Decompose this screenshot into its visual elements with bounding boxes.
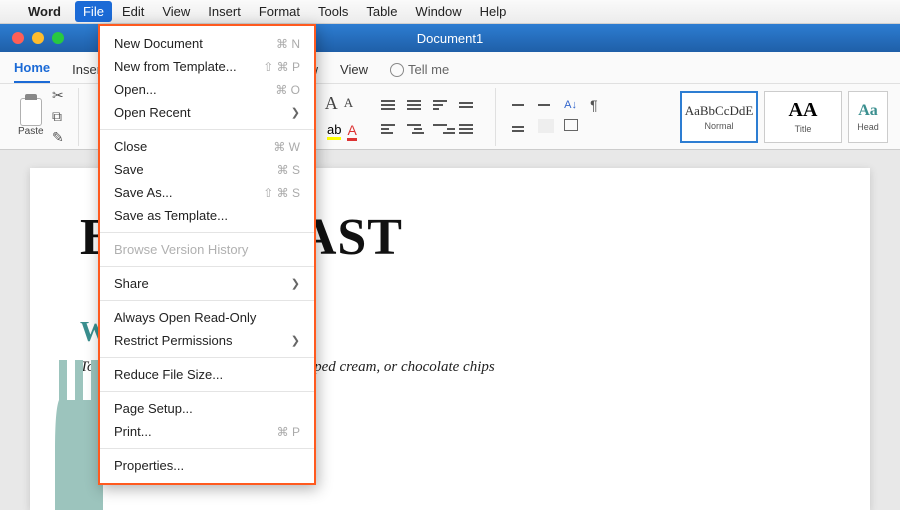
- align-left-icon[interactable]: [381, 119, 403, 139]
- paragraph-group: [375, 88, 496, 146]
- menu-item[interactable]: Reduce File Size...: [100, 363, 314, 386]
- menu-table[interactable]: Table: [366, 4, 397, 19]
- paste-button[interactable]: Paste: [18, 96, 44, 137]
- menu-window[interactable]: Window: [415, 4, 461, 19]
- menu-item[interactable]: Always Open Read-Only: [100, 306, 314, 329]
- clipboard-group: Paste ✂ ⧉ ✎: [12, 88, 79, 146]
- maximize-window-icon[interactable]: [52, 32, 64, 44]
- menu-item[interactable]: Open...⌘ O: [100, 78, 314, 101]
- shading-icon[interactable]: [538, 119, 554, 133]
- style-preview: Aa: [858, 102, 878, 120]
- pilcrow-icon[interactable]: ¶: [590, 95, 612, 115]
- font-color-icon[interactable]: A: [347, 122, 356, 141]
- menu-format[interactable]: Format: [259, 4, 300, 19]
- tab-home[interactable]: Home: [14, 60, 50, 83]
- highlight-icon[interactable]: ab: [327, 122, 341, 140]
- traffic-lights: [12, 32, 64, 44]
- menu-item[interactable]: Open Recent❯: [100, 101, 314, 124]
- copy-icon[interactable]: ⧉: [52, 108, 64, 125]
- numbering-icon[interactable]: [407, 95, 429, 115]
- sort-icon[interactable]: A↓: [564, 95, 586, 115]
- indent-right-icon[interactable]: [538, 95, 560, 115]
- menu-tools[interactable]: Tools: [318, 4, 348, 19]
- chevron-right-icon: ❯: [291, 334, 300, 347]
- menu-file[interactable]: File: [75, 1, 112, 22]
- font-size-group: A A ab A: [319, 88, 365, 146]
- menu-view[interactable]: View: [162, 4, 190, 19]
- align-center-icon[interactable]: [407, 119, 429, 139]
- menu-item[interactable]: Save as Template...: [100, 204, 314, 227]
- style-preview: AA: [789, 99, 818, 122]
- paragraph-extra: A↓ ¶: [506, 88, 618, 146]
- menu-item[interactable]: Share❯: [100, 272, 314, 295]
- shrink-font-icon[interactable]: A: [344, 95, 353, 111]
- menu-item[interactable]: Restrict Permissions❯: [100, 329, 314, 352]
- mac-menubar: Word File Edit View Insert Format Tools …: [0, 0, 900, 24]
- bulb-icon: [390, 63, 404, 77]
- style-name: Title: [795, 124, 812, 134]
- menu-item: Browse Version History: [100, 238, 314, 261]
- cut-icon[interactable]: ✂: [52, 87, 64, 104]
- tell-me[interactable]: Tell me: [390, 62, 449, 83]
- app-name[interactable]: Word: [28, 4, 61, 19]
- menu-item[interactable]: Print...⌘ P: [100, 420, 314, 443]
- indent-left-icon[interactable]: [512, 95, 534, 115]
- menu-item[interactable]: Page Setup...: [100, 397, 314, 420]
- menu-item[interactable]: Close⌘ W: [100, 135, 314, 158]
- style-title[interactable]: AA Title: [764, 91, 842, 143]
- align-right-icon[interactable]: [433, 119, 455, 139]
- style-normal[interactable]: AaBbCcDdE Normal: [680, 91, 758, 143]
- chevron-right-icon: ❯: [291, 106, 300, 119]
- grow-font-icon[interactable]: A: [325, 93, 338, 114]
- menu-item[interactable]: New Document⌘ N: [100, 32, 314, 55]
- format-painter-icon[interactable]: ✎: [52, 129, 64, 146]
- line-spacing-icon[interactable]: [512, 119, 534, 139]
- menu-edit[interactable]: Edit: [122, 4, 144, 19]
- menu-item[interactable]: Save⌘ S: [100, 158, 314, 181]
- menu-insert[interactable]: Insert: [208, 4, 241, 19]
- indent-icon[interactable]: [459, 95, 481, 115]
- file-dropdown-menu: New Document⌘ NNew from Template...⇧ ⌘ P…: [98, 24, 316, 485]
- document-title: Document1: [417, 31, 483, 46]
- justify-icon[interactable]: [459, 119, 481, 139]
- multilevel-icon[interactable]: [433, 95, 455, 115]
- styles-gallery: AaBbCcDdE Normal AA Title Aa Head: [680, 91, 888, 143]
- paste-label: Paste: [18, 126, 44, 137]
- style-preview: AaBbCcDdE: [685, 103, 754, 119]
- chevron-right-icon: ❯: [291, 277, 300, 290]
- borders-icon[interactable]: [564, 119, 578, 131]
- menu-item[interactable]: Properties...: [100, 454, 314, 477]
- tell-me-label: Tell me: [408, 62, 449, 77]
- minimize-window-icon[interactable]: [32, 32, 44, 44]
- bullets-icon[interactable]: [381, 95, 403, 115]
- menu-item[interactable]: Save As...⇧ ⌘ S: [100, 181, 314, 204]
- menu-help[interactable]: Help: [480, 4, 507, 19]
- style-name: Head: [857, 122, 879, 132]
- style-name: Normal: [704, 121, 733, 131]
- close-window-icon[interactable]: [12, 32, 24, 44]
- menu-item[interactable]: New from Template...⇧ ⌘ P: [100, 55, 314, 78]
- tab-view[interactable]: View: [340, 62, 368, 83]
- style-heading[interactable]: Aa Head: [848, 91, 888, 143]
